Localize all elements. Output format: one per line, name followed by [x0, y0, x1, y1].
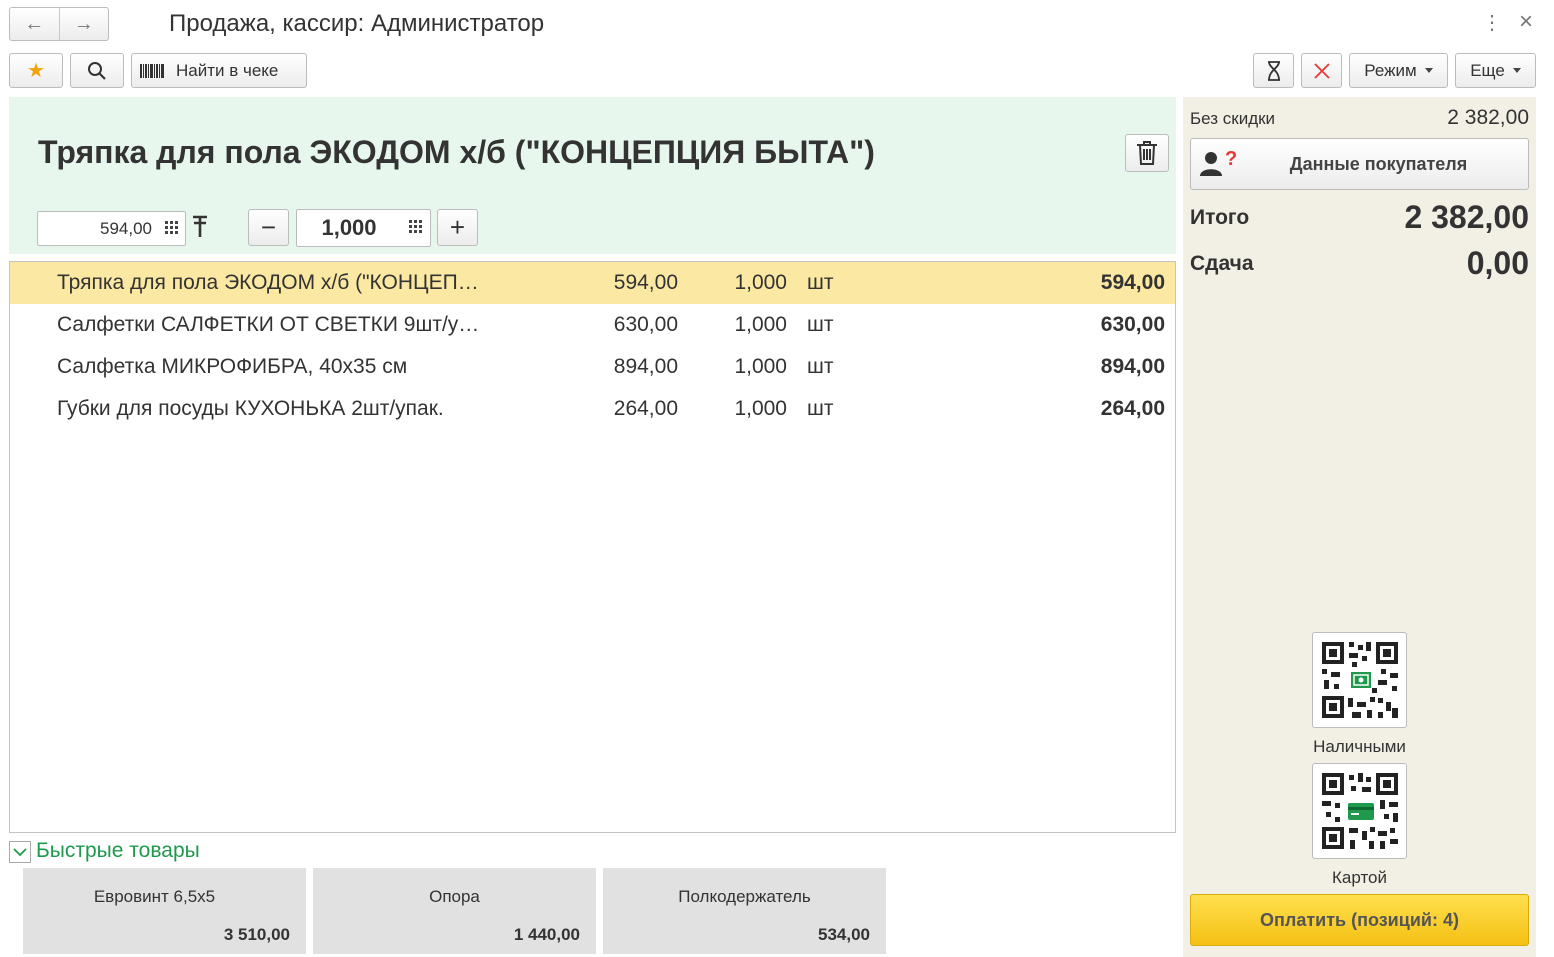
customer-data-label: Данные покупателя [1289, 154, 1468, 174]
price-value: 594,00 [100, 219, 152, 238]
chevron-down-icon [13, 848, 27, 857]
barcode-icon [140, 63, 164, 78]
item-quantity: 1,000 [734, 313, 787, 336]
item-unit: шт [807, 313, 834, 336]
quick-goods-label[interactable]: Быстрые товары [36, 839, 200, 863]
qr-card-icon [1321, 773, 1398, 849]
star-icon: ★ [27, 60, 45, 82]
chevron-down-icon [1512, 68, 1521, 73]
quick-good-price: 534,00 [818, 925, 870, 944]
increase-quantity-button[interactable]: + [437, 209, 478, 246]
favorite-button[interactable]: ★ [9, 53, 63, 88]
item-unit: шт [807, 355, 834, 378]
more-dropdown[interactable]: Еще [1455, 53, 1536, 88]
pay-card-label: Картой [1332, 868, 1387, 887]
window-menu-icon[interactable]: ⋮ [1482, 10, 1502, 35]
calculator-icon[interactable] [158, 212, 186, 245]
quick-good-name: Евровинт 6,5х5 [93, 887, 216, 906]
search-icon [88, 61, 106, 80]
pay-button[interactable]: Оплатить (позиций: 4) [1190, 894, 1529, 946]
plus-icon: + [449, 212, 466, 242]
item-quantity: 1,000 [734, 355, 787, 378]
quick-good-name: Опора [429, 887, 480, 906]
quick-goods-toggle[interactable] [9, 841, 31, 863]
item-price: 894,00 [613, 355, 678, 378]
quick-good-name: Полкодержатель [678, 887, 811, 906]
item-name: Губки для посуды КУХОНЬКА 2шт/упак. [57, 397, 444, 420]
arrow-right-icon: → [73, 12, 94, 35]
quick-good-tile[interactable]: Опора 1 440,00 [313, 868, 596, 954]
item-unit: шт [807, 271, 834, 294]
total-label: Итого [1190, 206, 1250, 229]
back-button[interactable]: ← [10, 8, 59, 40]
decrease-quantity-button[interactable]: − [248, 209, 289, 246]
close-icon[interactable]: × [1519, 8, 1533, 36]
total-value: 2 382,00 [1404, 199, 1529, 235]
calculator-icon[interactable] [402, 210, 430, 246]
navigation-buttons: ← → [9, 7, 109, 41]
item-sum: 894,00 [1100, 355, 1165, 378]
find-in-receipt-button[interactable]: Найти в чеке [131, 53, 307, 88]
table-row[interactable]: Салфетки САЛФЕТКИ ОТ СВЕТКИ 9шт/упак. 63… [10, 304, 1175, 346]
item-name: Тряпка для пола ЭКОДОМ х/б ("КОНЦЕПЦИЯ Б… [57, 271, 487, 294]
item-quantity: 1,000 [734, 271, 787, 294]
item-price: 594,00 [613, 271, 678, 294]
quick-good-tile[interactable]: Полкодержатель 534,00 [603, 868, 886, 954]
quick-good-price: 3 510,00 [223, 925, 290, 944]
item-name: Салфетки САЛФЕТКИ ОТ СВЕТКИ 9шт/упак. [57, 313, 487, 336]
table-row[interactable]: Губки для посуды КУХОНЬКА 2шт/упак. 264,… [10, 388, 1175, 430]
item-price: 264,00 [613, 397, 678, 420]
item-quantity: 1,000 [734, 397, 787, 420]
minus-icon: − [260, 212, 277, 242]
item-name: Салфетка МИКРОФИБРА, 40х35 см [57, 355, 408, 378]
no-discount-value: 2 382,00 [1447, 106, 1529, 129]
qr-cash-icon [1321, 642, 1398, 718]
quick-good-tile[interactable]: Евровинт 6,5х5 3 510,00 [23, 868, 306, 954]
window-title: Продажа, кассир: Администратор [169, 10, 545, 37]
price-type-icon[interactable] [191, 214, 209, 240]
pay-cash-button[interactable] [1312, 632, 1407, 728]
change-label: Сдача [1190, 252, 1254, 275]
no-discount-label: Без скидки [1190, 109, 1276, 128]
deferred-receipt-button[interactable] [1253, 53, 1294, 88]
forward-button[interactable]: → [58, 8, 109, 40]
hourglass-icon [1267, 60, 1280, 81]
table-row[interactable]: Тряпка для пола ЭКОДОМ х/б ("КОНЦЕПЦИЯ Б… [10, 262, 1175, 304]
item-sum: 594,00 [1100, 271, 1165, 294]
item-unit: шт [807, 397, 834, 420]
chevron-down-icon [1424, 68, 1433, 73]
current-item-name: Тряпка для пола ЭКОДОМ х/б ("КОНЦЕПЦИЯ Б… [38, 134, 875, 170]
item-sum: 264,00 [1100, 397, 1165, 420]
pay-button-label: Оплатить (позиций: 4) [1260, 909, 1459, 930]
mode-dropdown[interactable]: Режим [1349, 53, 1448, 88]
delete-item-button[interactable] [1125, 134, 1169, 172]
find-in-receipt-label: Найти в чеке [176, 60, 279, 80]
receipt-table: Тряпка для пола ЭКОДОМ х/б ("КОНЦЕПЦИЯ Б… [9, 261, 1176, 833]
customer-data-button[interactable]: ? Данные покупателя [1190, 138, 1529, 190]
pay-cash-label: Наличными [1313, 737, 1406, 756]
price-field[interactable]: 594,00 [37, 211, 186, 246]
more-label: Еще [1470, 60, 1505, 80]
item-sum: 630,00 [1100, 313, 1165, 336]
search-button[interactable] [70, 53, 124, 88]
quick-good-price: 1 440,00 [513, 925, 580, 944]
quantity-value: 1,000 [321, 215, 377, 240]
item-price: 630,00 [613, 313, 678, 336]
trash-icon [1137, 141, 1157, 165]
cancel-receipt-button[interactable] [1301, 53, 1342, 88]
quantity-field[interactable]: 1,000 [296, 209, 431, 247]
mode-label: Режим [1364, 60, 1417, 80]
table-row[interactable]: Салфетка МИКРОФИБРА, 40х35 см 894,00 1,0… [10, 346, 1175, 388]
arrow-left-icon: ← [24, 12, 45, 35]
pay-card-button[interactable] [1312, 763, 1407, 859]
cancel-x-icon [1313, 62, 1330, 79]
change-value: 0,00 [1466, 245, 1529, 281]
